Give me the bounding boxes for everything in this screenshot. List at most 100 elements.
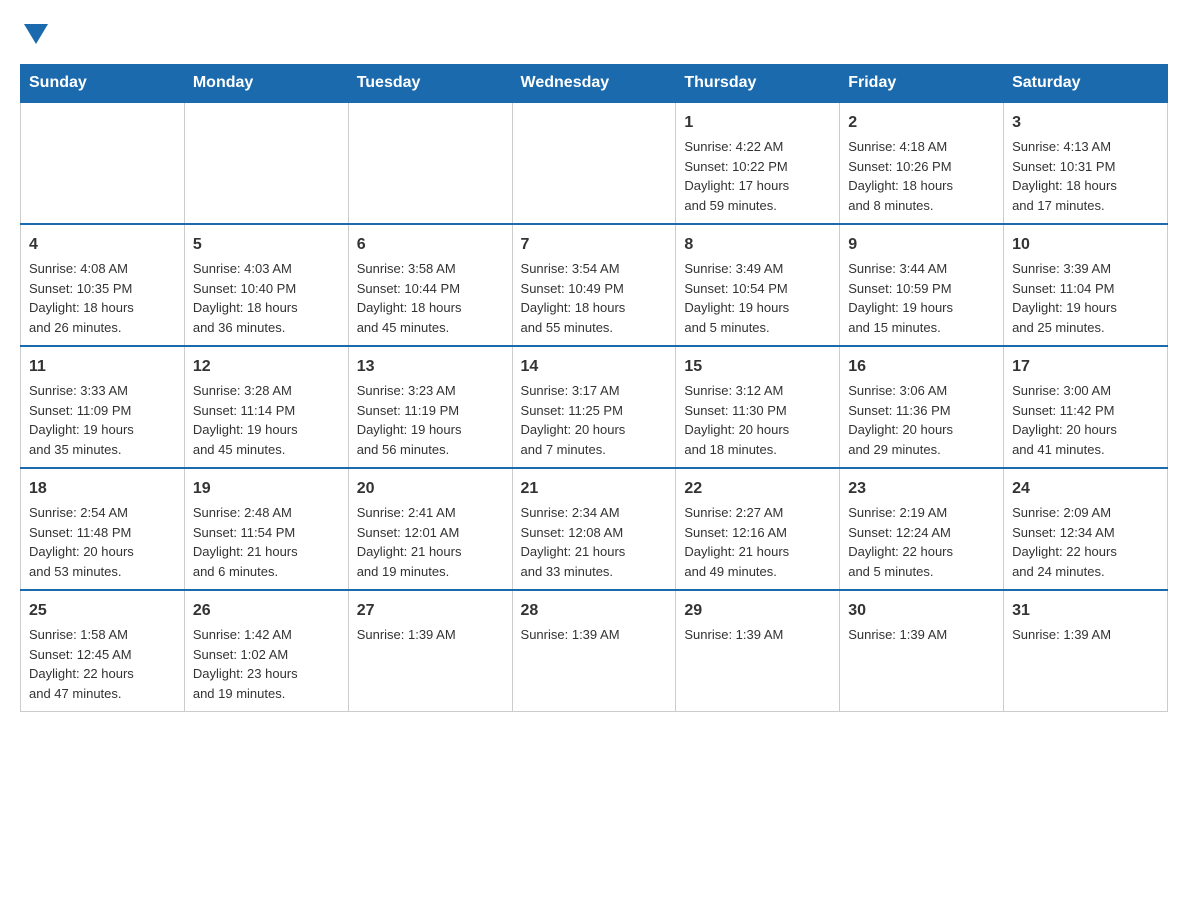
calendar-cell: 18Sunrise: 2:54 AMSunset: 11:48 PMDaylig… xyxy=(21,468,185,590)
day-info: Sunset: 10:31 PM xyxy=(1012,157,1159,177)
day-info: Sunset: 11:54 PM xyxy=(193,523,340,543)
calendar-cell: 25Sunrise: 1:58 AMSunset: 12:45 AMDaylig… xyxy=(21,590,185,712)
day-info: Sunset: 12:24 AM xyxy=(848,523,995,543)
calendar-cell: 6Sunrise: 3:58 AMSunset: 10:44 PMDayligh… xyxy=(348,224,512,346)
calendar-cell: 1Sunrise: 4:22 AMSunset: 10:22 PMDayligh… xyxy=(676,103,840,225)
day-info: Daylight: 19 hours xyxy=(1012,298,1159,318)
day-info: Daylight: 22 hours xyxy=(29,664,176,684)
day-info: Sunrise: 2:41 AM xyxy=(357,503,504,523)
day-info: Sunset: 12:34 AM xyxy=(1012,523,1159,543)
day-info: Sunrise: 4:03 AM xyxy=(193,259,340,279)
day-info: Sunrise: 1:58 AM xyxy=(29,625,176,645)
day-info: and 25 minutes. xyxy=(1012,318,1159,338)
day-info: and 17 minutes. xyxy=(1012,196,1159,216)
day-info: Daylight: 17 hours xyxy=(684,176,831,196)
day-number: 11 xyxy=(29,355,176,379)
day-info: Sunset: 10:40 PM xyxy=(193,279,340,299)
day-info: and 35 minutes. xyxy=(29,440,176,460)
day-info: Sunset: 11:30 PM xyxy=(684,401,831,421)
calendar-week-row: 1Sunrise: 4:22 AMSunset: 10:22 PMDayligh… xyxy=(21,103,1168,225)
day-info: and 59 minutes. xyxy=(684,196,831,216)
day-info: Sunrise: 1:39 AM xyxy=(684,625,831,645)
calendar-header-thursday: Thursday xyxy=(676,64,840,103)
day-info: and 33 minutes. xyxy=(521,562,668,582)
day-info: Sunset: 12:01 AM xyxy=(357,523,504,543)
calendar-cell: 13Sunrise: 3:23 AMSunset: 11:19 PMDaylig… xyxy=(348,346,512,468)
day-info: Sunrise: 2:27 AM xyxy=(684,503,831,523)
calendar-week-row: 11Sunrise: 3:33 AMSunset: 11:09 PMDaylig… xyxy=(21,346,1168,468)
day-info: and 29 minutes. xyxy=(848,440,995,460)
day-info: Sunset: 11:14 PM xyxy=(193,401,340,421)
day-info: and 55 minutes. xyxy=(521,318,668,338)
day-number: 20 xyxy=(357,477,504,501)
day-info: Sunrise: 3:44 AM xyxy=(848,259,995,279)
calendar-header-row: SundayMondayTuesdayWednesdayThursdayFrid… xyxy=(21,64,1168,103)
day-info: Sunset: 10:59 PM xyxy=(848,279,995,299)
day-info: Sunset: 1:02 AM xyxy=(193,645,340,665)
day-number: 22 xyxy=(684,477,831,501)
calendar-cell: 26Sunrise: 1:42 AMSunset: 1:02 AMDayligh… xyxy=(184,590,348,712)
day-info: and 7 minutes. xyxy=(521,440,668,460)
day-info: Daylight: 20 hours xyxy=(848,420,995,440)
calendar-cell: 10Sunrise: 3:39 AMSunset: 11:04 PMDaylig… xyxy=(1004,224,1168,346)
day-info: and 49 minutes. xyxy=(684,562,831,582)
day-info: and 41 minutes. xyxy=(1012,440,1159,460)
day-info: Sunrise: 1:39 AM xyxy=(357,625,504,645)
day-info: Sunrise: 3:00 AM xyxy=(1012,381,1159,401)
day-info: Sunset: 11:25 PM xyxy=(521,401,668,421)
day-number: 30 xyxy=(848,599,995,623)
day-info: Sunrise: 3:39 AM xyxy=(1012,259,1159,279)
day-number: 10 xyxy=(1012,233,1159,257)
day-info: Daylight: 18 hours xyxy=(848,176,995,196)
calendar-header-tuesday: Tuesday xyxy=(348,64,512,103)
day-number: 16 xyxy=(848,355,995,379)
day-info: Sunset: 11:04 PM xyxy=(1012,279,1159,299)
day-info: Sunset: 11:36 PM xyxy=(848,401,995,421)
day-info: Daylight: 18 hours xyxy=(29,298,176,318)
day-info: Sunset: 10:54 PM xyxy=(684,279,831,299)
day-info: Sunset: 10:44 PM xyxy=(357,279,504,299)
day-info: and 5 minutes. xyxy=(684,318,831,338)
day-info: Sunset: 11:42 PM xyxy=(1012,401,1159,421)
calendar-cell xyxy=(21,103,185,225)
day-number: 15 xyxy=(684,355,831,379)
day-info: Sunset: 11:09 PM xyxy=(29,401,176,421)
day-info: Daylight: 21 hours xyxy=(684,542,831,562)
day-info: Sunrise: 2:19 AM xyxy=(848,503,995,523)
calendar-cell: 21Sunrise: 2:34 AMSunset: 12:08 AMDaylig… xyxy=(512,468,676,590)
day-info: Sunrise: 2:54 AM xyxy=(29,503,176,523)
calendar-cell: 29Sunrise: 1:39 AM xyxy=(676,590,840,712)
calendar-cell xyxy=(512,103,676,225)
calendar-header-saturday: Saturday xyxy=(1004,64,1168,103)
day-info: Sunrise: 2:34 AM xyxy=(521,503,668,523)
day-info: Sunrise: 2:48 AM xyxy=(193,503,340,523)
day-info: Sunrise: 3:06 AM xyxy=(848,381,995,401)
calendar-week-row: 18Sunrise: 2:54 AMSunset: 11:48 PMDaylig… xyxy=(21,468,1168,590)
calendar-cell: 23Sunrise: 2:19 AMSunset: 12:24 AMDaylig… xyxy=(840,468,1004,590)
day-info: and 36 minutes. xyxy=(193,318,340,338)
logo xyxy=(20,20,52,44)
day-number: 19 xyxy=(193,477,340,501)
calendar-cell: 7Sunrise: 3:54 AMSunset: 10:49 PMDayligh… xyxy=(512,224,676,346)
day-number: 13 xyxy=(357,355,504,379)
calendar-cell: 8Sunrise: 3:49 AMSunset: 10:54 PMDayligh… xyxy=(676,224,840,346)
day-number: 28 xyxy=(521,599,668,623)
day-number: 4 xyxy=(29,233,176,257)
day-number: 9 xyxy=(848,233,995,257)
calendar-cell: 3Sunrise: 4:13 AMSunset: 10:31 PMDayligh… xyxy=(1004,103,1168,225)
day-info: Daylight: 19 hours xyxy=(29,420,176,440)
calendar-table: SundayMondayTuesdayWednesdayThursdayFrid… xyxy=(20,64,1168,712)
day-info: and 19 minutes. xyxy=(357,562,504,582)
day-info: Sunrise: 3:17 AM xyxy=(521,381,668,401)
day-info: Sunset: 12:16 AM xyxy=(684,523,831,543)
day-number: 18 xyxy=(29,477,176,501)
day-number: 27 xyxy=(357,599,504,623)
day-info: Daylight: 21 hours xyxy=(357,542,504,562)
day-info: Sunrise: 1:39 AM xyxy=(521,625,668,645)
calendar-cell: 5Sunrise: 4:03 AMSunset: 10:40 PMDayligh… xyxy=(184,224,348,346)
day-info: Daylight: 19 hours xyxy=(684,298,831,318)
day-info: Daylight: 19 hours xyxy=(848,298,995,318)
day-info: Daylight: 19 hours xyxy=(193,420,340,440)
logo-triangle-icon xyxy=(24,24,48,44)
day-info: Sunset: 10:26 PM xyxy=(848,157,995,177)
